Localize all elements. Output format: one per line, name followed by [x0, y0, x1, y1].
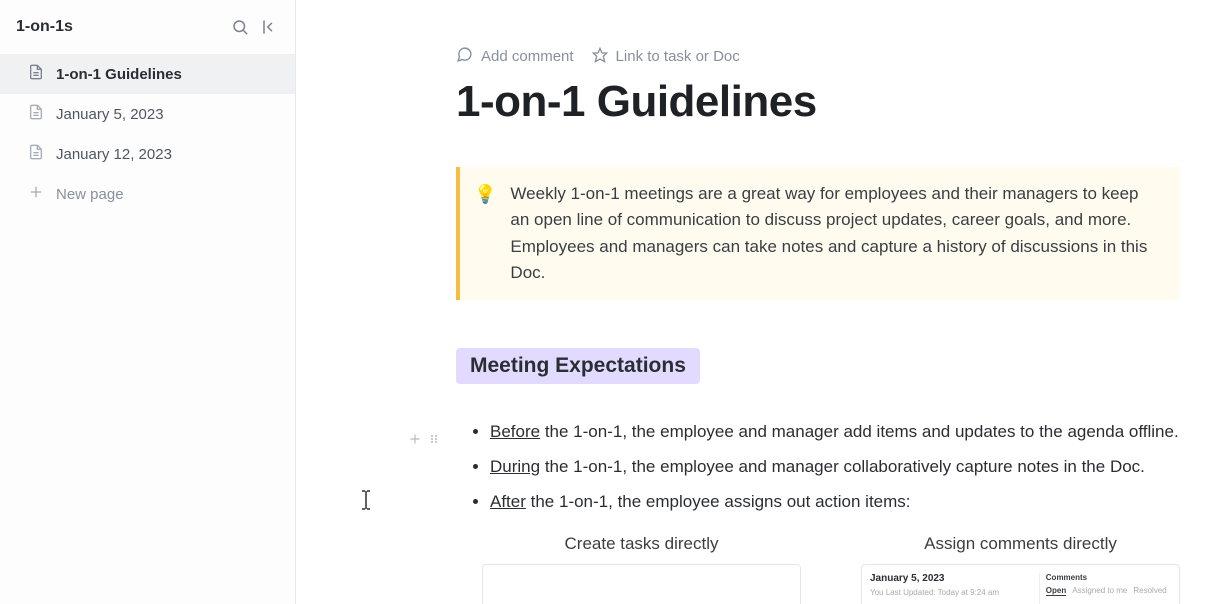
comment-icon	[456, 46, 473, 67]
list-item[interactable]: Before the 1-on-1, the employee and mana…	[490, 420, 1180, 444]
sidebar-header-actions	[231, 18, 279, 36]
bullet-list[interactable]: Before the 1-on-1, the employee and mana…	[456, 420, 1180, 513]
new-page-label: New page	[56, 186, 124, 203]
link-icon	[592, 47, 608, 67]
callout-text: Weekly 1-on-1 meetings are a great way f…	[510, 181, 1162, 286]
bullet-rest: the 1-on-1, the employee and manager add…	[540, 422, 1179, 441]
sidebar-header: 1-on-1s	[0, 0, 295, 54]
sidebar-item-jan5[interactable]: January 5, 2023	[0, 94, 295, 134]
bullet-lead: During	[490, 457, 540, 476]
text-cursor-icon	[360, 490, 361, 508]
document-icon	[28, 144, 44, 164]
collapse-sidebar-icon[interactable]	[261, 18, 279, 36]
document-icon	[28, 104, 44, 124]
thumb-doc-preview: January 5, 2023 You Last Updated: Today …	[870, 573, 1033, 604]
thumb-meta: You Last Updated: Today at 9:24 am	[870, 588, 1033, 597]
link-task-label: Link to task or Doc	[616, 48, 740, 65]
bullet-rest: the 1-on-1, the employee assigns out act…	[526, 492, 911, 511]
embedded-image[interactable]: Action Items Personal List complete self…	[482, 564, 801, 604]
plus-icon	[28, 184, 44, 204]
sidebar-item-jan12[interactable]: January 12, 2023	[0, 134, 295, 174]
drag-handle-icon[interactable]	[428, 432, 440, 451]
embedded-image[interactable]: January 5, 2023 You Last Updated: Today …	[861, 564, 1180, 604]
add-comment-label: Add comment	[481, 48, 574, 65]
page-title[interactable]: 1-on-1 Guidelines	[456, 77, 1180, 127]
column-title: Assign comments directly	[861, 534, 1180, 554]
document-main: Add comment Link to task or Doc 1-on-1 G…	[296, 0, 1210, 604]
sidebar-item-guidelines[interactable]: 1-on-1 Guidelines	[0, 54, 295, 94]
sidebar: 1-on-1s 1-on-1 Guidelines January 5, 202…	[0, 0, 296, 604]
column-right[interactable]: Assign comments directly January 5, 2023…	[861, 534, 1180, 604]
add-comment-button[interactable]: Add comment	[456, 46, 574, 67]
thumb-date: January 5, 2023	[870, 573, 1033, 584]
search-icon[interactable]	[231, 18, 249, 36]
block-gutter	[408, 432, 440, 451]
bullet-lead: After	[490, 492, 526, 511]
thumb-comments-title: Comments	[1046, 573, 1171, 582]
sidebar-item-label: 1-on-1 Guidelines	[56, 66, 182, 83]
thumb-tabs: Open Assigned to me Resolved	[1046, 586, 1171, 596]
column-left[interactable]: Create tasks directly Action Items Perso…	[482, 534, 801, 604]
add-block-icon[interactable]	[408, 432, 422, 451]
sidebar-title: 1-on-1s	[16, 18, 73, 36]
sidebar-item-label: January 12, 2023	[56, 146, 172, 163]
section-heading[interactable]: Meeting Expectations	[456, 348, 700, 384]
link-task-button[interactable]: Link to task or Doc	[592, 47, 740, 67]
sidebar-page-list: 1-on-1 Guidelines January 5, 2023 Januar…	[0, 54, 295, 214]
bullet-rest: the 1-on-1, the employee and manager col…	[540, 457, 1145, 476]
sidebar-item-label: January 5, 2023	[56, 106, 164, 123]
doc-action-bar: Add comment Link to task or Doc	[456, 46, 1180, 67]
bullet-lead: Before	[490, 422, 540, 441]
thumb-comments-panel: Comments Open Assigned to me Resolved No…	[1039, 573, 1171, 604]
new-page-button[interactable]: New page	[0, 174, 295, 214]
list-item[interactable]: During the 1-on-1, the employee and mana…	[490, 455, 1180, 479]
list-item[interactable]: After the 1-on-1, the employee assigns o…	[490, 490, 1180, 514]
two-column-block: Create tasks directly Action Items Perso…	[482, 534, 1180, 604]
document-icon	[28, 64, 44, 84]
lightbulb-icon: 💡	[474, 181, 496, 286]
column-title: Create tasks directly	[482, 534, 801, 554]
callout-block[interactable]: 💡 Weekly 1-on-1 meetings are a great way…	[456, 167, 1180, 300]
